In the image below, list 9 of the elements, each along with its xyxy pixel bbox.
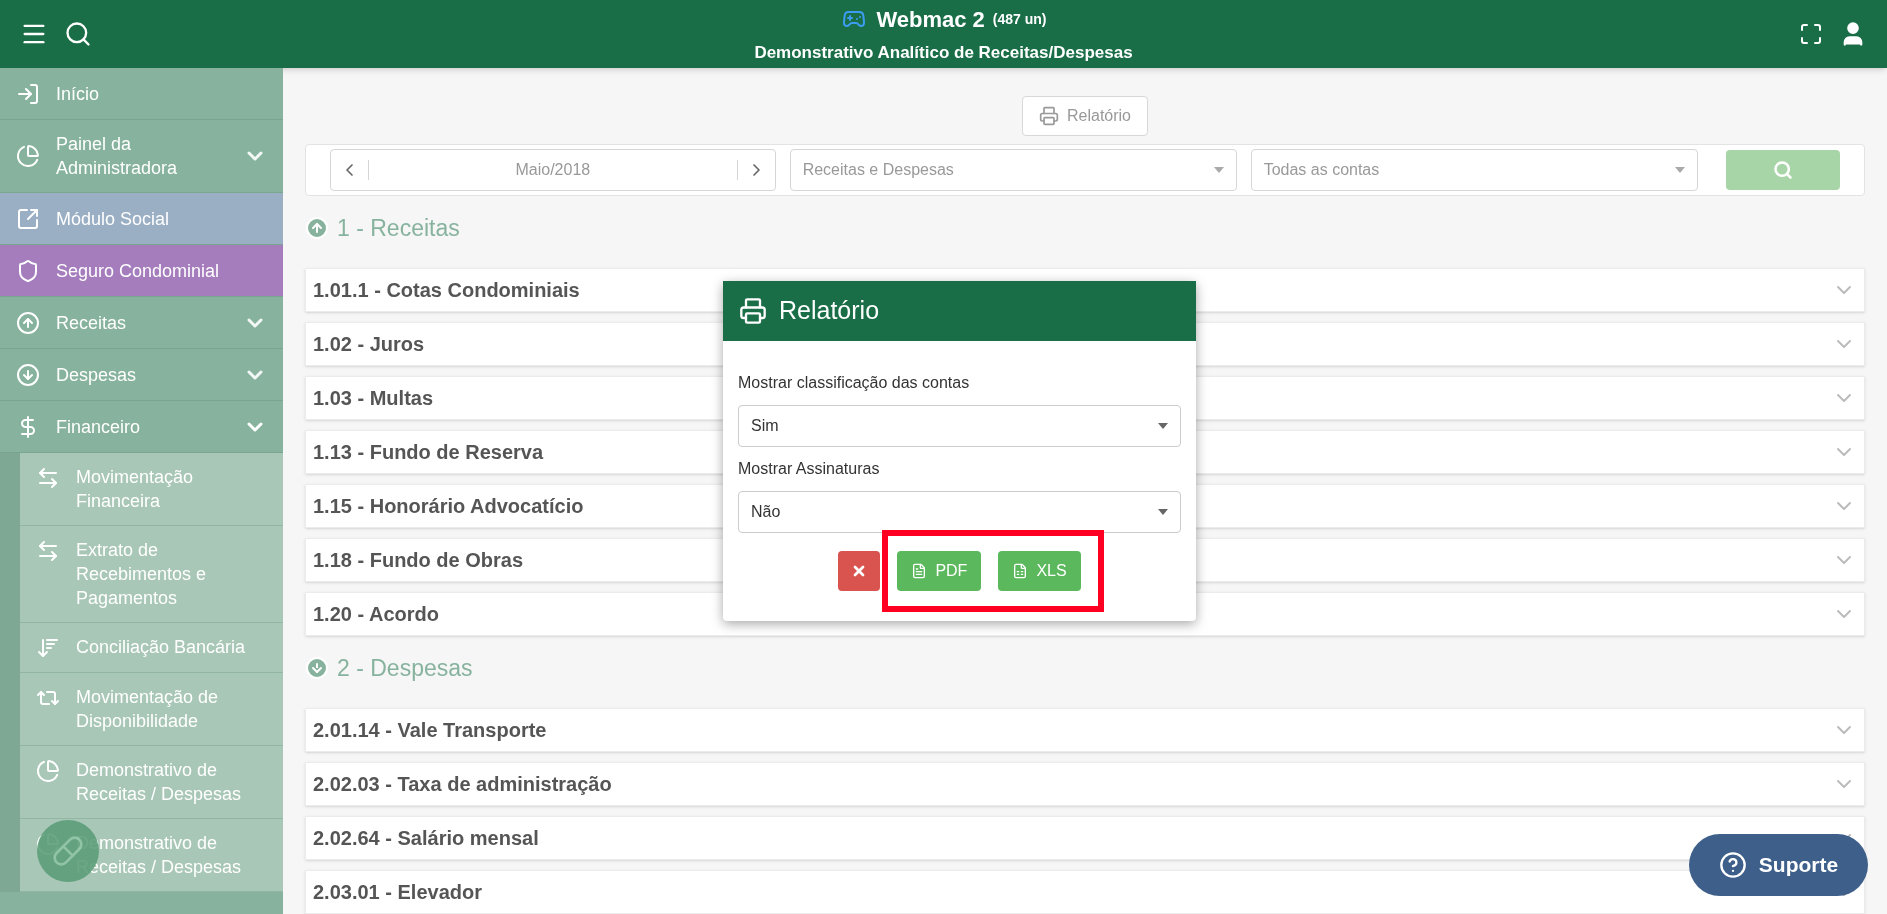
- section-heading: 1 - Receitas: [337, 213, 460, 243]
- section-heading: 2 - Despesas: [337, 653, 473, 683]
- field-label: Mostrar classificação das contas: [738, 373, 971, 393]
- period-value: Maio/2018: [514, 160, 592, 180]
- app-title: Webmac 2: [876, 5, 985, 34]
- field-label: Mostrar Assinaturas: [738, 459, 881, 479]
- dialog-title: Relatório: [779, 295, 880, 327]
- unit-count: (487 un): [992, 9, 1047, 29]
- page-title: Demonstrativo Analítico de Receitas/Despesas: [754, 41, 1133, 64]
